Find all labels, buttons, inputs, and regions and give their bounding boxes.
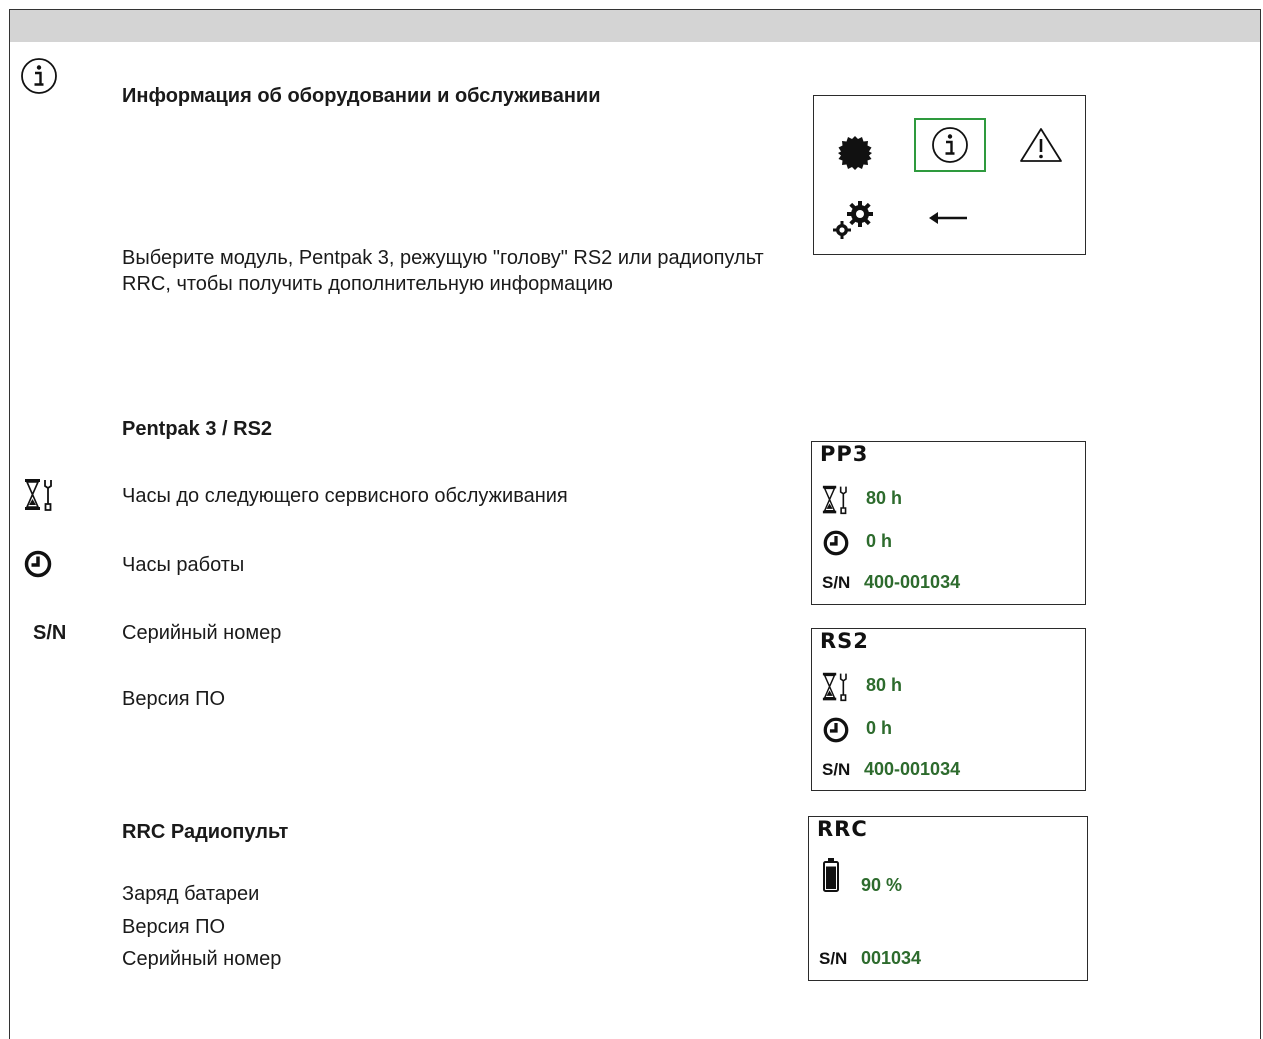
battery-fill [826, 866, 836, 889]
pp3-serial-number: 400-001034 [864, 572, 961, 592]
info-icon[interactable] [931, 126, 969, 164]
serial-number-label: Серийный номер [122, 622, 282, 644]
pp3-header: PP3 [820, 442, 869, 466]
pp3-display: PP3 80 h 0 h S/N 400-001034 [811, 441, 1086, 605]
rs2-operating-hours: 0 h [866, 718, 893, 738]
pentpak-section-title: Pentpak 3 / RS2 [122, 418, 273, 440]
pp3-operating-hours: 0 h [866, 531, 893, 551]
settings-gears-icon[interactable] [830, 200, 876, 240]
pp3-sn-label: S/N [822, 573, 851, 592]
rrc-battery-level: 90 % [861, 875, 903, 895]
rrc-serial-number-label: Серийный номер [122, 948, 282, 970]
section-title: Информация об оборудовании и обслуживани… [122, 85, 601, 107]
hourglass-wrench-icon [822, 485, 847, 515]
blade-icon[interactable] [836, 134, 874, 172]
rs2-header: RS2 [820, 629, 869, 653]
page: Информация об оборудовании и обслуживани… [0, 0, 1263, 1039]
rrc-sn-label: S/N [819, 949, 848, 968]
rrc-software-version-label: Версия ПО [122, 916, 226, 938]
rs2-display: RS2 80 h 0 h S/N 400-001034 [811, 628, 1086, 791]
pp3-service-hours: 80 h [866, 488, 903, 508]
rs2-serial-number: 400-001034 [864, 759, 961, 779]
info-icon [21, 58, 57, 94]
software-version-label: Версия ПО [122, 688, 226, 710]
rs2-sn-label: S/N [822, 760, 851, 779]
warning-icon[interactable] [1018, 126, 1064, 164]
clock-icon [24, 550, 52, 578]
rrc-serial-number: 001034 [861, 948, 922, 968]
rrc-display: RRC 90 % S/N 001034 [808, 816, 1088, 981]
hourglass-wrench-icon [822, 672, 847, 702]
hourglass-wrench-icon [25, 479, 52, 511]
clock-icon [823, 530, 849, 556]
battery-icon [823, 858, 839, 892]
header-bar [10, 10, 1260, 42]
menu-screen [813, 95, 1086, 255]
service-hours-label: Часы до следующего сервисного обслуживан… [122, 485, 568, 507]
sn-icon-text: S/N [33, 622, 67, 644]
battery-charge-label: Заряд батареи [122, 883, 260, 905]
clock-icon [823, 717, 849, 743]
rs2-service-hours: 80 h [866, 675, 903, 695]
operating-hours-label: Часы работы [122, 554, 245, 576]
rrc-section-title: RRC Радиопульт [122, 821, 289, 843]
intro-text: Выберите модуль, Pentpak 3, режущую "гол… [122, 247, 764, 295]
back-arrow-icon[interactable] [927, 208, 969, 228]
rrc-header: RRC [817, 817, 868, 841]
